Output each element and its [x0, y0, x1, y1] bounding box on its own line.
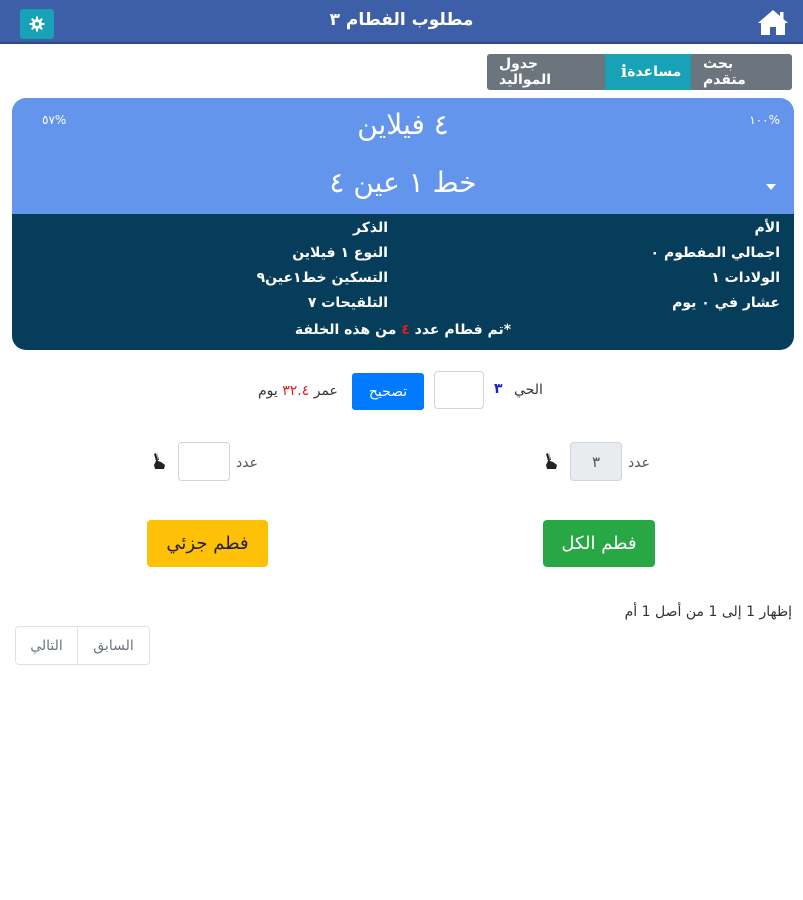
total-weaned: اجمالي المفطوم ٠	[650, 245, 780, 261]
count-input-left[interactable]	[178, 442, 230, 481]
caret-down-icon[interactable]	[766, 184, 776, 190]
live-count-input[interactable]	[434, 371, 484, 409]
wean-partial-button[interactable]: فطم جزئي	[147, 520, 268, 567]
age-value: ٣٢.٤	[282, 383, 310, 399]
breed-type: النوع ١ فيلاين	[292, 245, 388, 261]
birth-records-button[interactable]: جدول المواليد	[487, 54, 605, 90]
count-label-left: عدد	[236, 455, 258, 471]
note-prefix: *تم فطام عدد	[414, 322, 512, 338]
next-page-button[interactable]: التالي	[16, 627, 78, 664]
page-title: مطلوب الفطام ٣	[329, 10, 474, 30]
home-icon[interactable]	[757, 8, 789, 36]
card-header[interactable]: ٥٧% ١٠٠% ٤ فيلاين خط ١ عين ٤	[12, 98, 794, 214]
card-subtitle: خط ١ عين ٤	[329, 166, 477, 199]
info-icon: i	[620, 62, 628, 82]
litter-card: ٥٧% ١٠٠% ٤ فيلاين خط ١ عين ٤ الأم اجمالي…	[12, 98, 794, 350]
live-count: ٣	[494, 381, 503, 397]
correct-button[interactable]: تصحيح	[352, 373, 424, 410]
male-label: الذكر	[353, 220, 388, 236]
results-summary: إظهار 1 إلى 1 من أصل 1 أم	[624, 604, 792, 620]
mother-label: الأم	[754, 220, 780, 236]
age-unit: يوم	[258, 383, 278, 399]
count-label-right: عدد	[628, 455, 650, 471]
help-label: مساعدة	[627, 64, 682, 80]
card-title: ٤ فيلاين	[357, 108, 449, 141]
births-count: الولادات ١	[711, 270, 780, 286]
live-label: الحي	[514, 382, 543, 398]
note-count: ٤	[401, 322, 410, 338]
help-button[interactable]: مساعدة i	[605, 54, 691, 90]
weaning-note: *تم فطام عدد ٤ من هذه الخلفة	[12, 322, 794, 338]
rabbit-icon	[546, 453, 557, 469]
note-suffix: من هذه الخلفة	[294, 322, 397, 338]
rabbit-icon	[154, 453, 165, 469]
inseminations-count: التلقيحات ٧	[307, 295, 388, 311]
housing-location: التسكين خط١عين٩	[256, 270, 388, 286]
advanced-search-button[interactable]: بحث متقدم	[691, 54, 792, 90]
pagination: التالي السابق	[15, 626, 150, 665]
advanced-search-label: بحث متقدم	[703, 56, 746, 88]
age-label: عمر	[313, 383, 338, 399]
pregnant-days: عشار في ٠ يوم	[672, 295, 780, 311]
wean-all-button[interactable]: فطم الكل	[543, 520, 655, 567]
card-details: الأم اجمالي المفطوم ٠ الولادات ١ عشار في…	[12, 214, 794, 350]
birth-records-label: جدول المواليد	[499, 56, 552, 88]
top-bar: مطلوب الفطام ٣	[0, 0, 803, 44]
count-input-right[interactable]	[570, 442, 622, 481]
top-tabs: جدول المواليد مساعدة i بحث متقدم	[487, 54, 792, 90]
age-line: عمر ٣٢.٤ يوم	[258, 383, 338, 399]
previous-page-button[interactable]: السابق	[78, 627, 149, 664]
